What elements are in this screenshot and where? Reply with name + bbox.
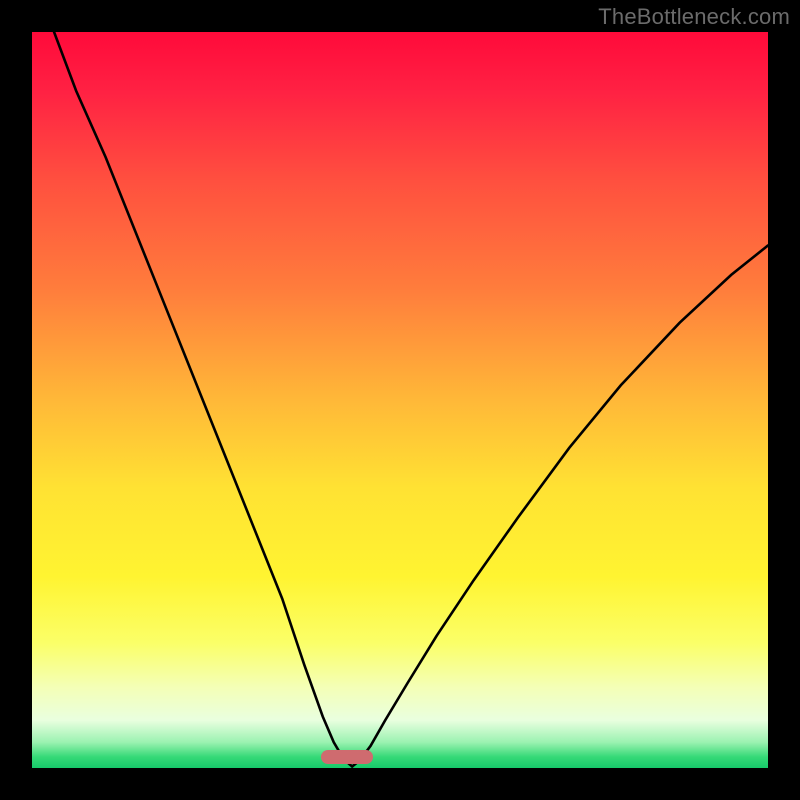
curve-left-branch	[54, 32, 352, 767]
bottleneck-curve	[32, 32, 768, 768]
outer-frame: TheBottleneck.com	[0, 0, 800, 800]
plot-area	[32, 32, 768, 768]
curve-right-branch	[352, 245, 768, 766]
watermark-text: TheBottleneck.com	[598, 4, 790, 30]
bottleneck-marker	[321, 750, 373, 763]
